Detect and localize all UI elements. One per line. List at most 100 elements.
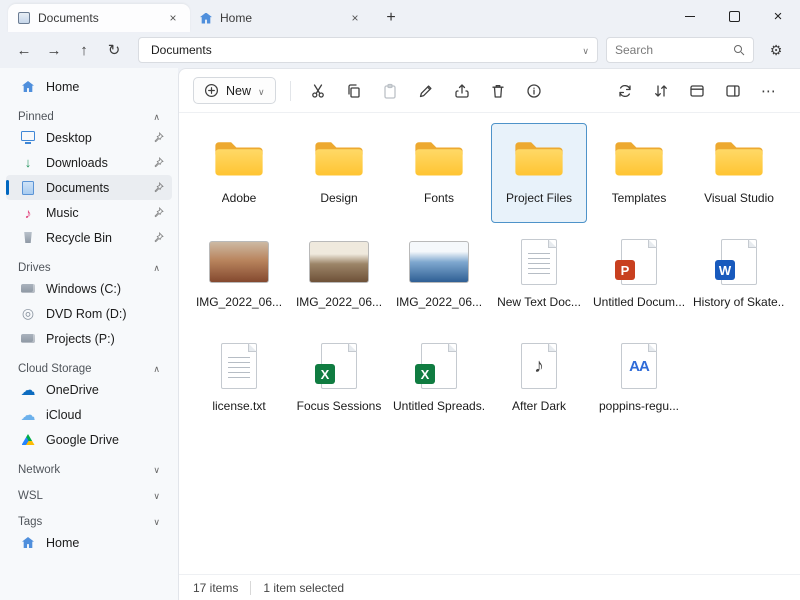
sidebar-item-dvd-rom-d[interactable]: DVD Rom (D:) <box>6 301 172 326</box>
file-item-visual-studio[interactable]: Visual Studio <box>691 123 787 223</box>
file-icon <box>511 130 567 186</box>
tab-home[interactable]: Home <box>190 4 372 32</box>
file-item-poppins-regu[interactable]: AApoppins-regu... <box>591 331 687 431</box>
text-document-icon <box>221 343 257 389</box>
info-icon <box>526 83 542 99</box>
preview-pane-button[interactable] <box>716 75 750 107</box>
new-button-label: New <box>226 84 251 98</box>
file-item-license-txt[interactable]: license.txt <box>191 331 287 431</box>
sidebar-item-icloud[interactable]: iCloud <box>6 402 172 427</box>
sidebar-item-music[interactable]: Music <box>6 200 172 225</box>
excel-icon: X <box>421 343 457 389</box>
tab-documents[interactable]: Documents <box>8 4 190 32</box>
sidebar-item-home[interactable]: Home <box>6 530 172 555</box>
file-item-untitled-spreads[interactable]: XUntitled Spreads... <box>391 331 487 431</box>
more-icon <box>761 82 777 100</box>
home-icon <box>200 13 212 24</box>
selection-count: 1 item selected <box>263 581 344 595</box>
sidebar-section-wsl[interactable]: WSL∨ <box>0 478 178 504</box>
sync-button[interactable] <box>608 75 642 107</box>
delete-button[interactable] <box>481 75 515 107</box>
file-item-focus-sessions[interactable]: X Focus Sessions <box>291 331 387 431</box>
search-input[interactable] <box>615 43 727 57</box>
home-icon <box>20 535 36 551</box>
section-label: Pinned <box>18 111 54 123</box>
file-item-img-2022-06[interactable]: IMG_2022_06... <box>191 227 287 327</box>
back-button[interactable] <box>10 36 38 64</box>
file-label: New Text Doc... <box>497 295 581 309</box>
file-item-templates[interactable]: Templates <box>591 123 687 223</box>
sidebar-section-tags[interactable]: Tags∨ <box>0 504 178 530</box>
chevron-up-icon: ∧ <box>153 263 160 274</box>
file-item-adobe[interactable]: Adobe <box>191 123 287 223</box>
file-label: Templates <box>612 191 667 205</box>
search-box[interactable] <box>606 37 754 63</box>
sidebar-item-label: DVD Rom (D:) <box>46 307 164 321</box>
chevron-down-icon[interactable] <box>582 43 589 57</box>
address-bar[interactable]: Documents <box>138 37 598 63</box>
file-label: Focus Sessions <box>297 399 382 413</box>
sidebar-item-onedrive[interactable]: OneDrive <box>6 377 172 402</box>
share-button[interactable] <box>445 75 479 107</box>
file-item-img-2022-06[interactable]: IMG_2022_06... <box>291 227 387 327</box>
file-icon: W <box>721 234 757 290</box>
file-label: Fonts <box>424 191 454 205</box>
properties-button[interactable] <box>517 75 551 107</box>
preview-pane-icon <box>725 83 741 99</box>
sidebar-item-desktop[interactable]: Desktop <box>6 125 172 150</box>
tab-close-icon[interactable] <box>164 9 182 27</box>
sidebar-item-recycle-bin[interactable]: Recycle Bin <box>6 225 172 250</box>
sidebar-item-google-drive[interactable]: Google Drive <box>6 427 172 452</box>
sidebar-item-home[interactable]: Home <box>6 74 172 99</box>
folder-icon <box>311 135 367 181</box>
navigation-bar: Documents <box>0 32 800 68</box>
view-button[interactable] <box>680 75 714 107</box>
sidebar-item-windows-c[interactable]: Windows (C:) <box>6 276 172 301</box>
file-item-untitled-docum[interactable]: PUntitled Docum... <box>591 227 687 327</box>
copy-button[interactable] <box>337 75 371 107</box>
file-icon <box>209 234 269 290</box>
sidebar-section-pinned[interactable]: Pinned∧ <box>0 99 178 125</box>
up-button[interactable] <box>70 36 98 64</box>
rename-button[interactable] <box>409 75 443 107</box>
file-label: History of Skate... <box>693 295 785 309</box>
sidebar-item-downloads[interactable]: Downloads <box>6 150 172 175</box>
divider <box>250 581 251 595</box>
new-tab-button[interactable] <box>378 5 404 31</box>
maximize-button[interactable] <box>712 0 756 32</box>
sort-button[interactable] <box>644 75 678 107</box>
minimize-button[interactable] <box>668 0 712 32</box>
cut-icon <box>310 83 326 99</box>
refresh-button[interactable] <box>100 36 128 64</box>
file-item-img-2022-06[interactable]: IMG_2022_06... <box>391 227 487 327</box>
image-thumbnail <box>309 241 369 283</box>
pin-icon <box>153 157 164 168</box>
close-button[interactable] <box>756 0 800 32</box>
file-item-history-of-skate[interactable]: W History of Skate... <box>691 227 787 327</box>
sidebar-section-cloud-storage[interactable]: Cloud Storage∧ <box>0 351 178 377</box>
file-label: Project Files <box>506 191 572 205</box>
file-item-fonts[interactable]: Fonts <box>391 123 487 223</box>
paste-icon <box>382 83 398 99</box>
paste-button[interactable] <box>373 75 407 107</box>
file-item-project-files[interactable]: Project Files <box>491 123 587 223</box>
forward-button[interactable] <box>40 36 68 64</box>
cut-button[interactable] <box>301 75 335 107</box>
file-item-after-dark[interactable]: ♪After Dark <box>491 331 587 431</box>
file-item-design[interactable]: Design <box>291 123 387 223</box>
settings-gear-icon[interactable] <box>762 36 790 64</box>
sidebar-item-documents[interactable]: Documents <box>6 175 172 200</box>
divider <box>290 81 291 101</box>
chevron-down-icon <box>258 84 265 98</box>
file-icon: X <box>321 338 357 394</box>
see-more-button[interactable] <box>752 75 786 107</box>
sidebar-section-drives[interactable]: Drives∧ <box>0 250 178 276</box>
tab-close-icon[interactable] <box>346 9 364 27</box>
sidebar-section-network[interactable]: Network∨ <box>0 452 178 478</box>
folder-icon <box>411 135 467 181</box>
music-icon <box>20 205 36 221</box>
sidebar-item-projects-p[interactable]: Projects (P:) <box>6 326 172 351</box>
downloads-icon <box>20 155 36 171</box>
file-item-new-text-doc[interactable]: New Text Doc... <box>491 227 587 327</box>
new-button[interactable]: New <box>193 77 276 104</box>
